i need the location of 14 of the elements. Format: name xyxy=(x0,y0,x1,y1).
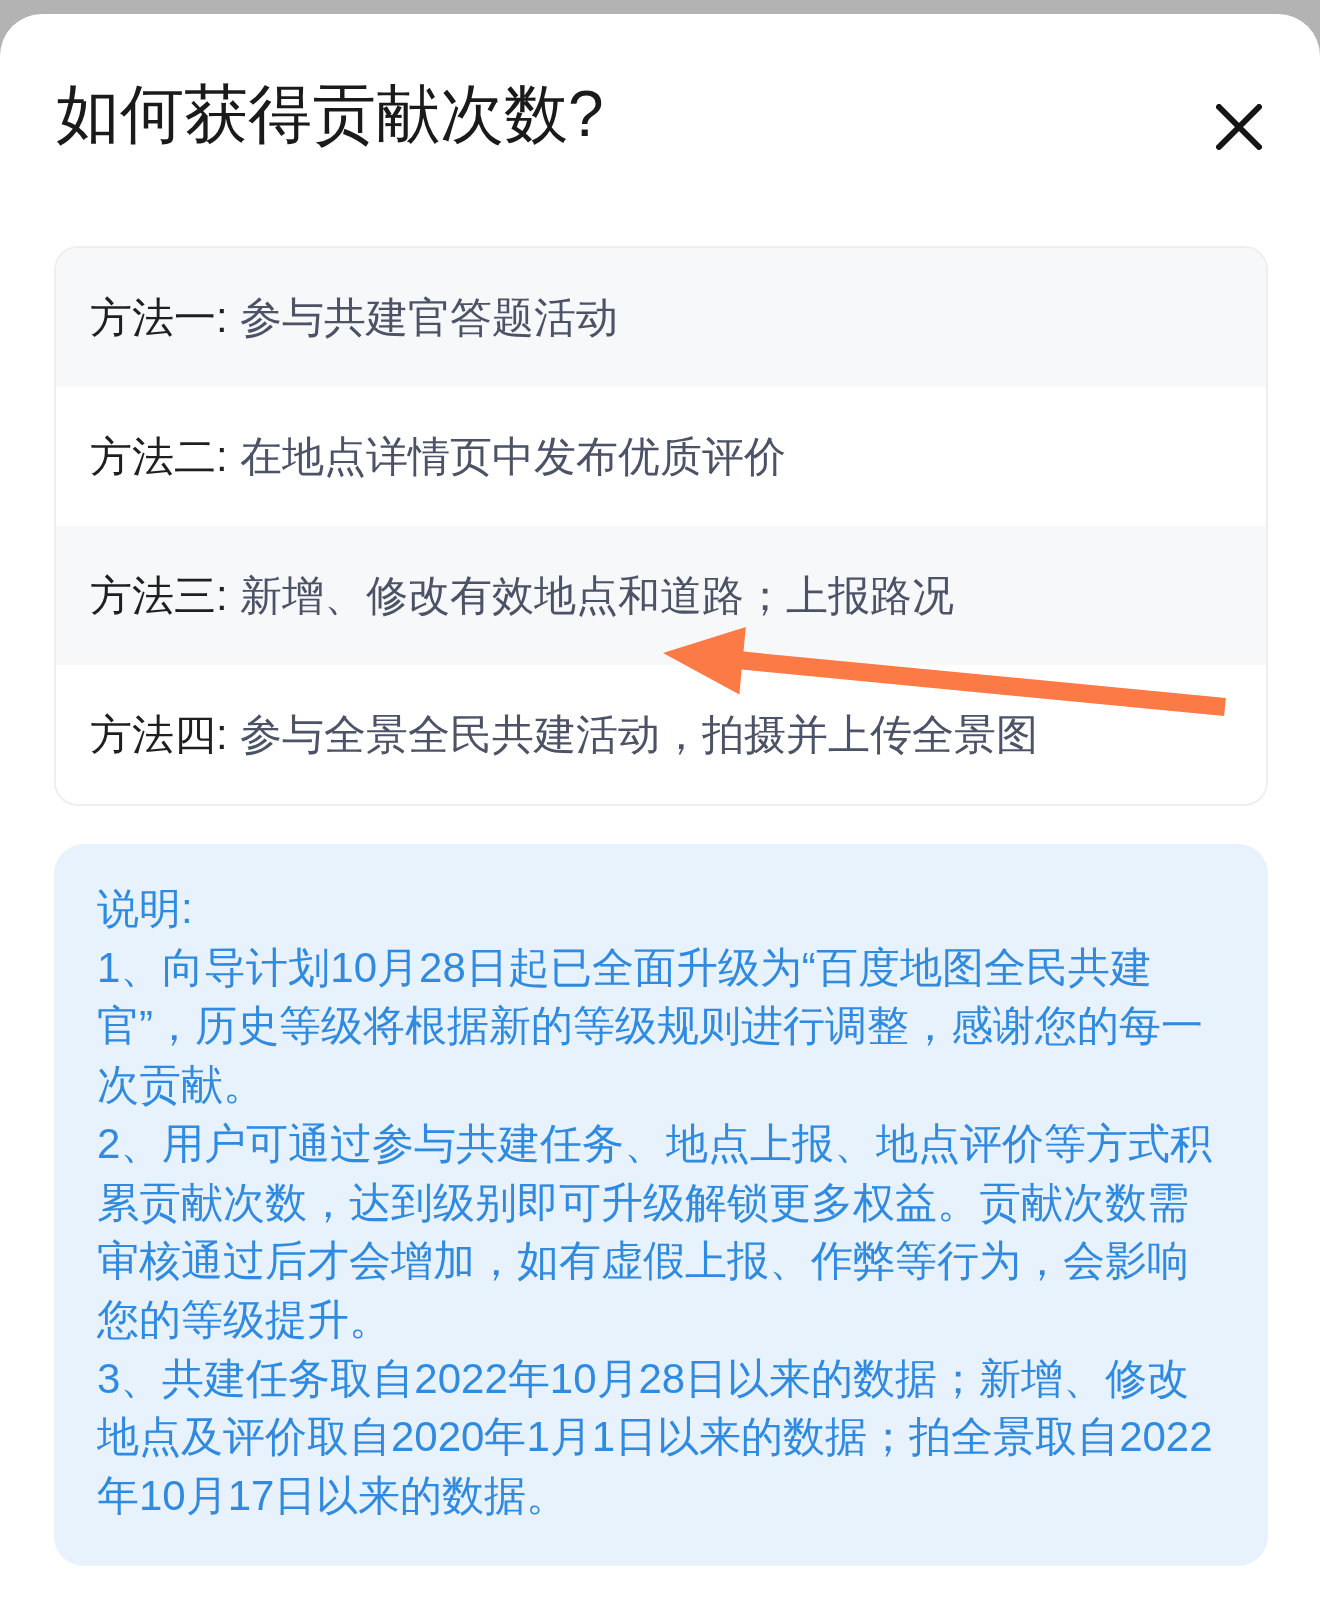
close-icon xyxy=(1216,104,1262,150)
method-text: 在地点详情页中发布优质评价 xyxy=(239,431,786,482)
note-paragraph: 1、向导计划10月28日起已全面升级为“百度地图全民共建官”，历史等级将根据新的等级规则进行调整，感谢您的每一次贡献。 xyxy=(97,942,1204,1111)
sheet-title: 如何获得贡献次数? xyxy=(56,77,604,152)
method-label: 方法三: xyxy=(90,570,228,621)
note-heading: 说明: xyxy=(97,884,194,934)
note-paragraph: 2、用户可通过参与共建任务、地点上报、地点评价等方式积累贡献次数，达到级别即可升级解锁更多权益。贡献次数需审核通过后才会增加，如有虚假上报、作弊等行为，会影响您的等级提升。 xyxy=(97,1118,1214,1345)
method-label: 方法二: xyxy=(90,431,228,482)
method-text: 参与全景全民共建活动，拍摄并上传全景图 xyxy=(239,709,1038,760)
method-label: 方法四: xyxy=(90,709,228,760)
method-text: 新增、修改有效地点和道路；上报路况 xyxy=(239,570,954,621)
note-paragraph: 3、共建任务取自2022年10月28日以来的数据；新增、修改地点及评价取自2020年1月1日以来的数据；拍全景取自2022年10月17日以来的数据。 xyxy=(97,1353,1214,1522)
method-text: 参与共建官答题活动 xyxy=(239,292,618,343)
method-label: 方法一: xyxy=(90,292,228,343)
